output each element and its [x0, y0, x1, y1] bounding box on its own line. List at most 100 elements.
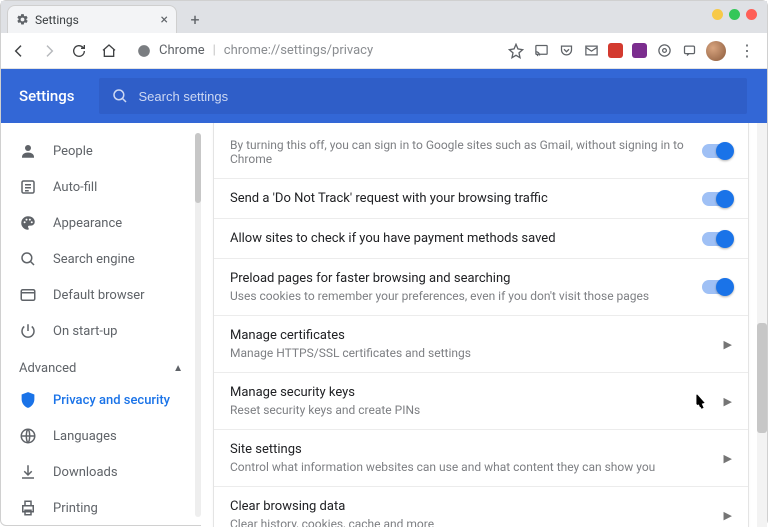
chevron-right-icon: ▶: [724, 395, 732, 408]
search-icon: [111, 87, 129, 105]
search-icon: [19, 250, 37, 268]
settings-sidebar: People Auto-fill Appearance Search engin…: [1, 123, 201, 527]
row-manage-security-keys[interactable]: Manage security keys Reset security keys…: [214, 372, 748, 429]
mail-icon[interactable]: [583, 43, 599, 59]
extension-purple-icon[interactable]: [632, 43, 647, 58]
reload-button[interactable]: [69, 43, 89, 59]
sidebar-item-label: Search engine: [53, 252, 135, 267]
back-button[interactable]: [9, 43, 29, 59]
browser-tab[interactable]: Settings ×: [7, 5, 177, 33]
row-site-settings[interactable]: Site settings Control what information w…: [214, 429, 748, 486]
window-controls: [712, 9, 757, 20]
row-primary: Manage certificates: [230, 328, 712, 343]
browser-toolbar: Chrome | chrome://settings/privacy ⋮: [1, 33, 767, 69]
browser-icon: [19, 286, 37, 304]
sidebar-item-label: Languages: [53, 429, 117, 444]
row-clear-browsing-data[interactable]: Clear browsing data Clear history, cooki…: [214, 486, 748, 527]
main-scrollbar-thumb[interactable]: [757, 323, 767, 433]
new-tab-button[interactable]: +: [183, 7, 207, 31]
row-signin-truncated[interactable]: By turning this off, you can sign in to …: [214, 123, 748, 178]
sidebar-item-default-browser[interactable]: Default browser: [1, 277, 201, 313]
chevron-right-icon: ▶: [724, 509, 732, 522]
address-bar[interactable]: Chrome | chrome://settings/privacy: [129, 37, 498, 65]
close-tab-icon[interactable]: ×: [161, 12, 168, 28]
site-info-icon[interactable]: [137, 44, 151, 58]
sidebar-item-printing[interactable]: Printing: [1, 490, 201, 526]
toggle-dnt[interactable]: [702, 192, 732, 206]
row-secondary: Reset security keys and create PINs: [230, 403, 712, 417]
row-do-not-track[interactable]: Send a 'Do Not Track' request with your …: [214, 178, 748, 218]
row-manage-certificates[interactable]: Manage certificates Manage HTTPS/SSL cer…: [214, 315, 748, 372]
star-icon[interactable]: [508, 43, 524, 59]
forward-button[interactable]: [39, 43, 59, 59]
power-icon: [19, 322, 37, 340]
sidebar-item-label: Privacy and security: [53, 393, 170, 408]
browser-menu-button[interactable]: ⋮: [735, 41, 759, 60]
tab-title: Settings: [35, 13, 79, 27]
sidebar-advanced-label: Advanced: [19, 361, 76, 376]
toggle-preload[interactable]: [702, 280, 732, 294]
globe-icon: [19, 427, 37, 445]
sidebar-item-label: On start-up: [53, 324, 117, 339]
chevron-up-icon: ▲: [173, 363, 183, 374]
sidebar-item-appearance[interactable]: Appearance: [1, 205, 201, 241]
row-primary: Site settings: [230, 442, 712, 457]
row-primary: Manage security keys: [230, 385, 712, 400]
row-preload[interactable]: Preload pages for faster browsing and se…: [214, 258, 748, 315]
toggle-payment[interactable]: [702, 232, 732, 246]
palette-icon: [19, 214, 37, 232]
autofill-icon: [19, 178, 37, 196]
sidebar-item-people[interactable]: People: [1, 133, 201, 169]
row-secondary: Manage HTTPS/SSL certificates and settin…: [230, 346, 712, 360]
row-payment-check[interactable]: Allow sites to check if you have payment…: [214, 218, 748, 258]
download-icon: [19, 463, 37, 481]
tab-strip: Settings × +: [1, 1, 767, 33]
cast-icon[interactable]: [533, 43, 549, 59]
close-window-icon[interactable]: [746, 9, 757, 20]
row-secondary: Control what information websites can us…: [230, 460, 712, 474]
settings-main: By turning this off, you can sign in to …: [201, 123, 767, 527]
url-scheme: Chrome: [159, 43, 205, 58]
sidebar-advanced-toggle[interactable]: Advanced ▲: [1, 349, 201, 382]
person-icon: [19, 142, 37, 160]
toolbar-actions: ⋮: [508, 41, 759, 61]
search-settings-wrap: [99, 78, 747, 114]
row-primary: Clear browsing data: [230, 499, 712, 514]
sidebar-item-autofill[interactable]: Auto-fill: [1, 169, 201, 205]
chevron-right-icon: ▶: [724, 452, 732, 465]
sidebar-item-downloads[interactable]: Downloads: [1, 454, 201, 490]
extension-chat-icon[interactable]: [681, 43, 697, 59]
sidebar-item-label: Default browser: [53, 288, 145, 303]
home-button[interactable]: [99, 43, 119, 59]
row-primary: Preload pages for faster browsing and se…: [230, 271, 690, 286]
chevron-right-icon: ▶: [724, 338, 732, 351]
profile-avatar[interactable]: [706, 41, 726, 61]
sidebar-item-label: Printing: [53, 501, 98, 516]
row-primary: Send a 'Do Not Track' request with your …: [230, 191, 690, 206]
sidebar-item-label: Auto-fill: [53, 180, 97, 195]
sidebar-item-privacy-security[interactable]: Privacy and security: [1, 382, 201, 418]
sidebar-item-languages[interactable]: Languages: [1, 418, 201, 454]
extension-eye-icon[interactable]: [656, 43, 672, 59]
toggle-signin[interactable]: [702, 144, 732, 158]
url-text: chrome://settings/privacy: [224, 43, 373, 58]
sidebar-item-label: People: [53, 144, 93, 159]
shield-icon: [19, 391, 37, 409]
settings-title: Settings: [19, 87, 75, 105]
privacy-card: By turning this off, you can sign in to …: [213, 123, 749, 527]
search-settings-input[interactable]: [99, 78, 747, 114]
row-secondary: By turning this off, you can sign in to …: [230, 138, 690, 166]
minimize-icon[interactable]: [712, 9, 723, 20]
pocket-icon[interactable]: [558, 43, 574, 59]
row-secondary: Uses cookies to remember your preference…: [230, 289, 690, 303]
sidebar-item-label: Appearance: [53, 216, 122, 231]
gear-icon: [16, 13, 29, 26]
sidebar-item-search-engine[interactable]: Search engine: [1, 241, 201, 277]
sidebar-item-label: Downloads: [53, 465, 118, 480]
settings-header: Settings: [1, 69, 767, 123]
sidebar-item-on-startup[interactable]: On start-up: [1, 313, 201, 349]
url-separator: |: [213, 43, 216, 58]
printer-icon: [19, 499, 37, 517]
extension-red-icon[interactable]: [608, 43, 623, 58]
maximize-icon[interactable]: [729, 9, 740, 20]
